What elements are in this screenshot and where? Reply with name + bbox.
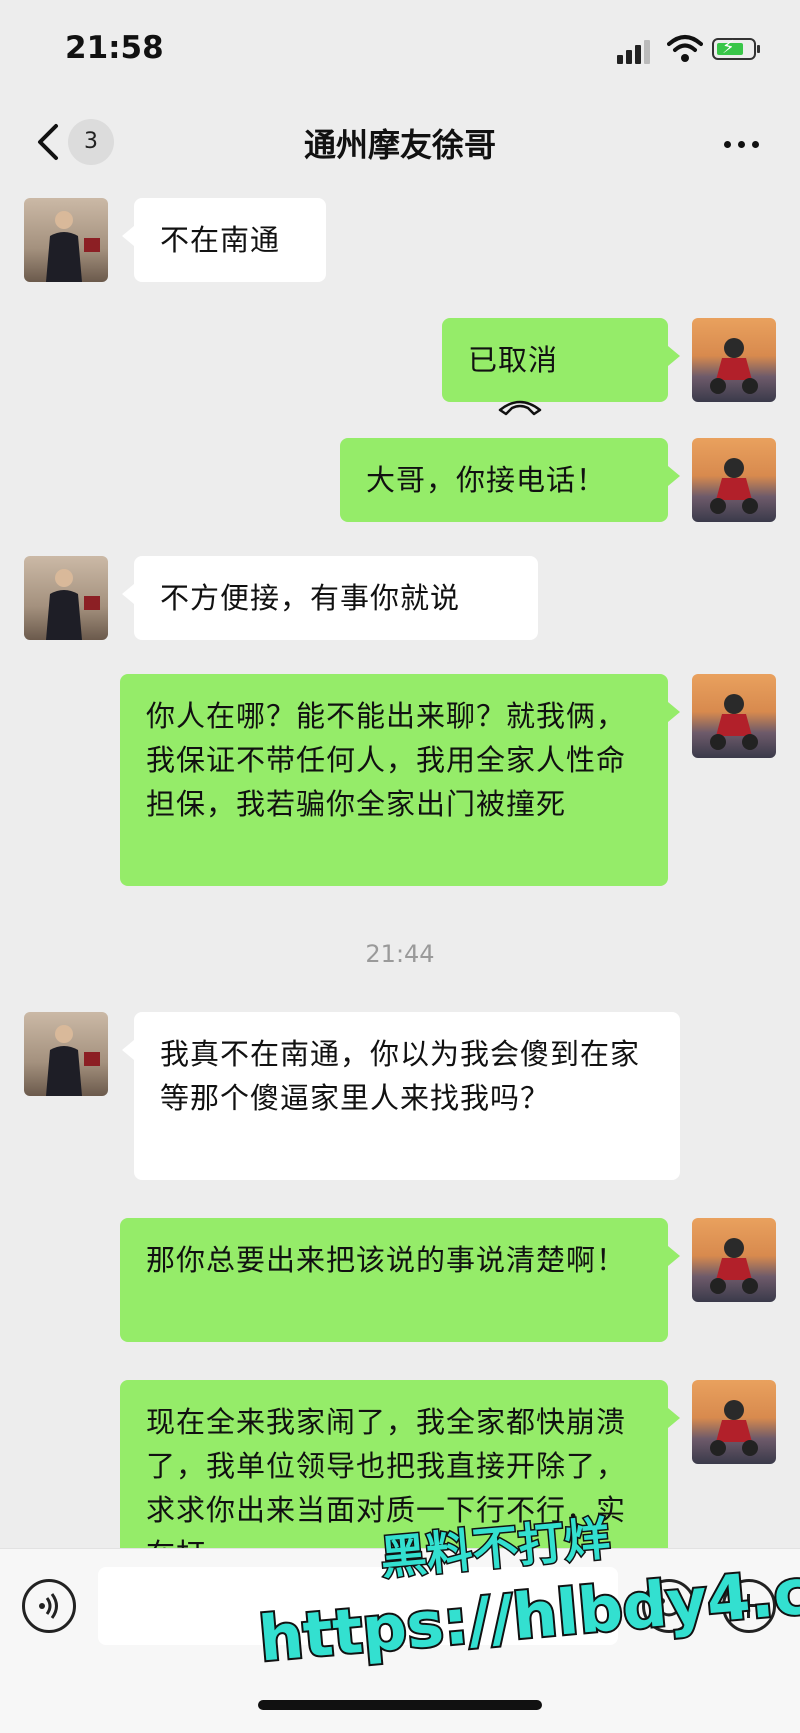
self-avatar[interactable] bbox=[692, 1218, 776, 1302]
self-avatar[interactable] bbox=[692, 438, 776, 522]
message-bubble-outgoing[interactable]: 大哥，你接电话！ bbox=[340, 438, 680, 522]
status-bar: 21:58 ⚡ bbox=[0, 0, 800, 100]
call-cancelled-text: 已取消 bbox=[468, 343, 559, 377]
message-bubble-outgoing[interactable]: 那你总要出来把该说的事说清楚啊！ bbox=[120, 1218, 680, 1342]
friend-avatar[interactable] bbox=[24, 198, 108, 282]
voice-input-icon[interactable] bbox=[22, 1579, 76, 1633]
home-indicator[interactable] bbox=[258, 1700, 542, 1710]
chat-message-list[interactable]: 不在南通 已取消 大哥，你接电话！ 不方便接，有事你就说 你人在哪？能不能出来聊… bbox=[0, 188, 800, 1548]
friend-avatar[interactable] bbox=[24, 1012, 108, 1096]
self-avatar[interactable] bbox=[692, 674, 776, 758]
message-bubble-incoming[interactable]: 不方便接，有事你就说 bbox=[122, 556, 538, 640]
message-bubble-incoming[interactable]: 不在南通 bbox=[122, 198, 326, 282]
hangup-phone-icon bbox=[498, 400, 542, 416]
friend-avatar[interactable] bbox=[24, 556, 108, 640]
cellular-signal-icon bbox=[617, 38, 657, 64]
chat-title: 通州摩友徐哥 bbox=[303, 126, 496, 164]
more-options-icon[interactable] bbox=[720, 124, 764, 164]
status-time: 21:58 bbox=[65, 30, 164, 66]
message-bubble-outgoing[interactable]: 你人在哪？能不能出来聊？就我俩，我保证不带任何人，我用全家人性命担保，我若骗你全… bbox=[120, 674, 680, 886]
message-timestamp: 21:44 bbox=[365, 940, 435, 968]
message-bubble-outgoing[interactable]: 已取消 bbox=[442, 318, 680, 416]
self-avatar[interactable] bbox=[692, 318, 776, 402]
message-bubble-incoming[interactable]: 我真不在南通，你以为我会傻到在家等那个傻逼家里人来找我吗？ bbox=[122, 1012, 680, 1180]
self-avatar[interactable] bbox=[692, 1380, 776, 1464]
wifi-icon bbox=[667, 35, 703, 62]
battery-charging-icon: ⚡ bbox=[712, 37, 760, 60]
